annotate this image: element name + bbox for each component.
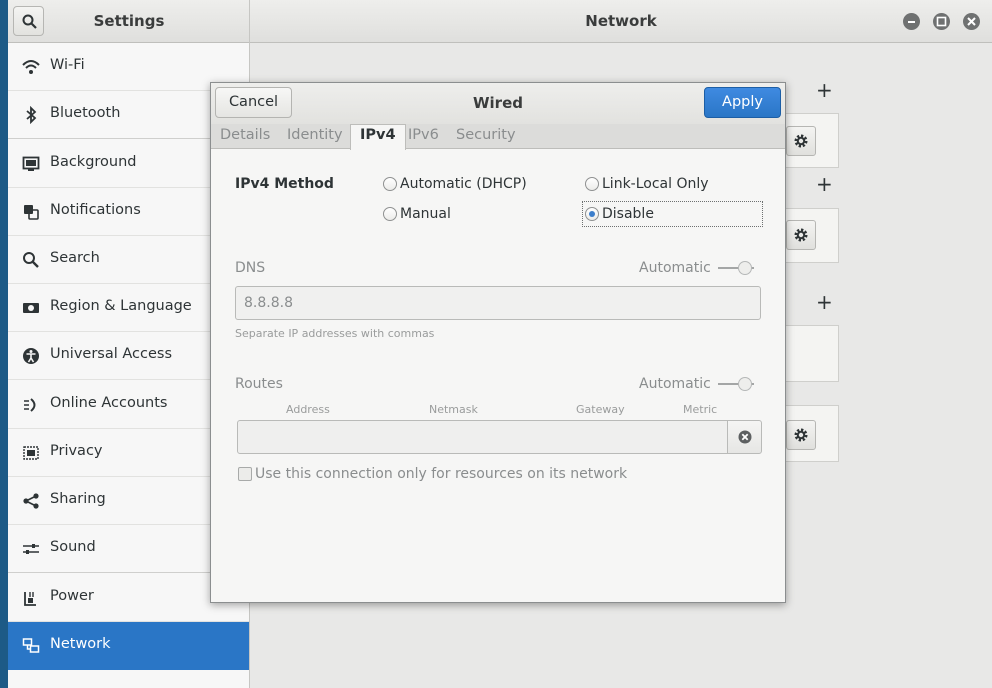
resources-only-checkbox[interactable] <box>238 467 252 481</box>
gear-icon <box>794 134 808 148</box>
gear-icon <box>794 228 808 242</box>
universal-access-icon <box>23 348 39 364</box>
network-icon <box>22 638 40 653</box>
header-bar: Settings Network <box>8 0 992 43</box>
wired-dialog: Cancel Wired Apply Details Identity IPv4… <box>210 82 786 603</box>
dns-automatic-switch[interactable] <box>718 261 754 275</box>
column-address: Address <box>286 403 330 416</box>
add-connection-icon[interactable]: + <box>816 172 833 196</box>
tab-ipv6[interactable]: IPv6 <box>408 127 439 143</box>
dns-hint: Separate IP addresses with commas <box>235 327 435 340</box>
minimize-button[interactable] <box>903 13 920 30</box>
sidebar-item-label: Wi-Fi <box>50 57 85 73</box>
tab-security[interactable]: Security <box>456 127 516 143</box>
column-gateway: Gateway <box>576 403 625 416</box>
sidebar-item-network[interactable]: Network <box>8 622 249 670</box>
tab-identity[interactable]: Identity <box>287 127 343 143</box>
notifications-icon <box>24 205 39 220</box>
add-connection-icon[interactable]: + <box>816 78 833 102</box>
close-button[interactable] <box>963 13 980 30</box>
sidebar-item-label: Sound <box>50 539 96 555</box>
switch-knob <box>738 261 752 275</box>
tab-bar: Details Identity IPv4 IPv6 Security <box>211 124 785 150</box>
maximize-icon <box>936 16 947 27</box>
dns-input[interactable] <box>235 286 761 320</box>
minimize-icon <box>908 21 915 23</box>
header-left: Settings <box>8 0 250 43</box>
radio-disable-label[interactable]: Disable <box>602 206 654 222</box>
radio-link-local-label[interactable]: Link-Local Only <box>602 176 709 192</box>
apply-button[interactable]: Apply <box>704 87 781 118</box>
cancel-button[interactable]: Cancel <box>215 87 292 118</box>
tab-ipv4[interactable]: IPv4 <box>350 124 406 150</box>
sound-icon <box>23 544 39 554</box>
route-row[interactable] <box>237 420 762 454</box>
sidebar-item-label: Network <box>50 636 111 652</box>
maximize-button[interactable] <box>933 13 950 30</box>
sidebar-item-label: Sharing <box>50 491 106 507</box>
dns-input-field[interactable] <box>236 287 760 319</box>
wifi-icon <box>22 60 40 74</box>
radio-link-local[interactable] <box>585 177 599 191</box>
dns-automatic-label: Automatic <box>639 260 711 276</box>
background-icon <box>22 156 40 171</box>
switch-knob <box>738 377 752 391</box>
gear-icon <box>794 428 808 442</box>
sidebar-item-label: Online Accounts <box>50 395 168 411</box>
sidebar-item-label: Privacy <box>50 443 103 459</box>
tab-details[interactable]: Details <box>220 127 270 143</box>
settings-title: Settings <box>93 12 165 30</box>
sharing-icon <box>23 493 39 509</box>
delete-route-button[interactable] <box>727 420 762 454</box>
radio-manual[interactable] <box>383 207 397 221</box>
ipv4-method-label: IPv4 Method <box>235 176 334 192</box>
online-accounts-icon <box>24 398 36 412</box>
search-icon <box>23 252 39 268</box>
column-netmask: Netmask <box>429 403 478 416</box>
radio-automatic-dhcp-label[interactable]: Automatic (DHCP) <box>400 176 527 192</box>
dialog-header: Cancel Wired Apply <box>211 83 785 124</box>
clear-icon <box>738 430 752 444</box>
column-metric: Metric <box>683 403 718 416</box>
search-icon <box>22 14 37 29</box>
radio-automatic-dhcp[interactable] <box>383 177 397 191</box>
sidebar-item-label: Universal Access <box>50 346 173 362</box>
radio-disable[interactable] <box>585 207 599 221</box>
connection-card <box>780 325 839 382</box>
sidebar-item-label: Bluetooth <box>50 105 121 121</box>
bluetooth-icon <box>26 106 37 124</box>
sidebar-item-label: Background <box>50 154 137 170</box>
sidebar-item-label: Region & Language <box>50 298 192 314</box>
radio-manual-label[interactable]: Manual <box>400 206 451 222</box>
privacy-icon <box>23 446 39 460</box>
connection-settings-button[interactable] <box>786 420 816 450</box>
search-button[interactable] <box>13 6 44 36</box>
sidebar-item-label: Notifications <box>50 202 141 218</box>
dns-label: DNS <box>235 260 266 276</box>
routes-label: Routes <box>235 376 283 392</box>
close-icon <box>967 17 976 26</box>
power-icon <box>24 592 36 606</box>
routes-automatic-switch[interactable] <box>718 377 754 391</box>
connection-settings-button[interactable] <box>786 126 816 156</box>
dialog-title: Wired <box>473 94 523 112</box>
region-icon <box>23 303 39 313</box>
resources-only-label[interactable]: Use this connection only for resources o… <box>255 466 627 482</box>
routes-automatic-label: Automatic <box>639 376 711 392</box>
sidebar-item-label: Search <box>50 250 100 266</box>
sidebar-item-label: Power <box>50 588 94 604</box>
add-connection-icon[interactable]: + <box>816 290 833 314</box>
panel-title: Network <box>585 12 657 30</box>
connection-settings-button[interactable] <box>786 220 816 250</box>
